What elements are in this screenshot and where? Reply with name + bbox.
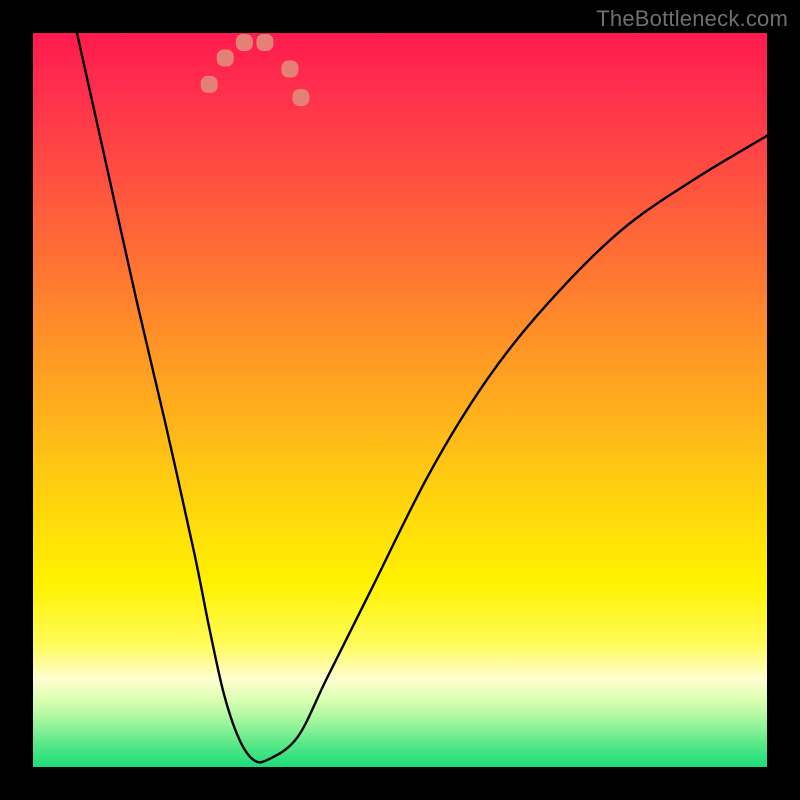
watermark-text: TheBottleneck.com — [596, 6, 788, 32]
chart-plot-area — [33, 33, 767, 767]
curve-marker — [217, 50, 234, 67]
curve-marker — [236, 34, 253, 51]
curve-marker — [281, 61, 298, 78]
curve-marker — [201, 76, 218, 93]
curve-marker — [292, 89, 309, 106]
curve-marker — [256, 34, 273, 51]
bottleneck-curve — [33, 33, 767, 767]
